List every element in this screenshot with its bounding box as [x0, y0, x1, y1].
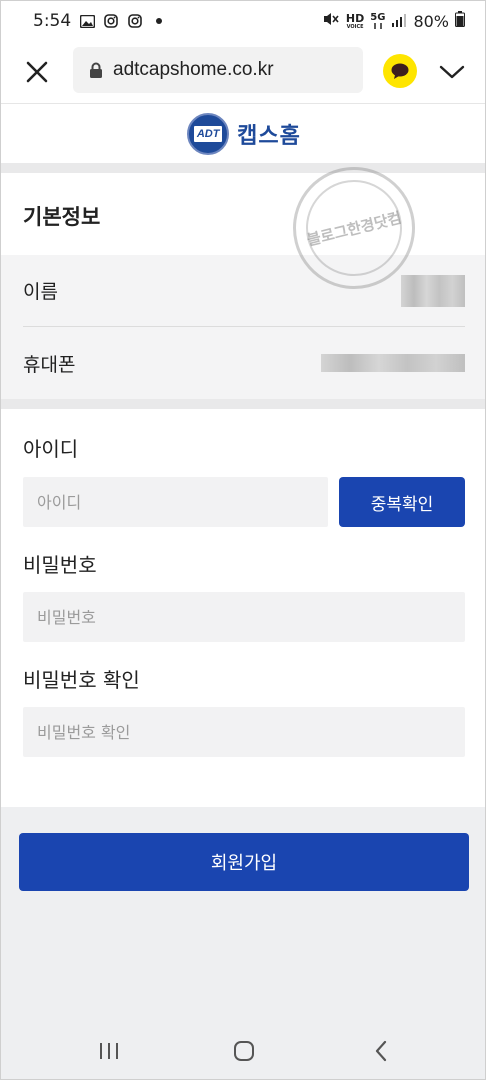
status-bar: 5:54 HD VOICE 5G 80%: [1, 1, 485, 41]
recent-apps-button[interactable]: [94, 1037, 124, 1065]
name-value-redacted: [401, 274, 465, 307]
phone-label: 휴대폰: [23, 353, 76, 376]
chat-bubble-icon: [391, 63, 409, 79]
volte-icon: HD VOICE: [346, 13, 364, 30]
browser-toolbar: adtcapshome.co.kr: [1, 41, 485, 103]
home-button[interactable]: [229, 1037, 259, 1065]
url-text: adtcapshome.co.kr: [113, 59, 274, 80]
kakaotalk-share-button[interactable]: [383, 54, 417, 88]
network-5g-icon: 5G: [370, 13, 385, 29]
site-header: ADT 캡스홈: [1, 103, 485, 163]
hd-label: HD: [345, 11, 365, 25]
password-input[interactable]: [23, 592, 465, 642]
adt-logo-badge[interactable]: ADT: [187, 112, 230, 155]
id-input[interactable]: [23, 477, 328, 527]
id-label: 아이디: [23, 437, 79, 461]
info-row-phone: 휴대폰: [23, 327, 465, 399]
recent-apps-icon: [100, 1043, 118, 1059]
duplicate-check-button[interactable]: 중복확인: [339, 477, 465, 527]
password-confirm-label: 비밀번호 확인: [23, 668, 140, 692]
clock: 5:54: [33, 11, 72, 31]
url-bar[interactable]: adtcapshome.co.kr: [73, 47, 363, 93]
password-confirm-input[interactable]: [23, 707, 465, 757]
notification-dot-icon: [151, 13, 167, 29]
battery-percent: 80%: [413, 11, 449, 31]
back-chevron-icon: [375, 1040, 387, 1062]
close-button[interactable]: [23, 58, 51, 86]
watermark-text: 블로그한경닷컴: [305, 208, 404, 249]
brand-name[interactable]: 캡스홈: [237, 118, 301, 150]
status-left: 5:54: [33, 11, 167, 31]
expand-menu-button[interactable]: [437, 58, 467, 86]
basic-info-title: 기본정보: [23, 205, 101, 229]
voice-label: VOICE: [346, 23, 364, 30]
signal-icon: [391, 12, 407, 31]
lock-icon: [90, 62, 102, 78]
home-icon: [234, 1041, 254, 1061]
back-button[interactable]: [366, 1037, 396, 1065]
mute-icon: [322, 11, 340, 31]
signup-form: 아이디 중복확인 비밀번호 비밀번호 확인: [1, 409, 485, 807]
close-icon: [26, 61, 48, 83]
action-area: 회원가입: [1, 807, 485, 1021]
5g-label: 5G: [370, 12, 386, 23]
signup-button[interactable]: 회원가입: [19, 833, 469, 891]
battery-icon: [455, 11, 465, 31]
instagram-icon: [103, 13, 119, 29]
watermark-stamp-inner: 블로그한경닷컴: [295, 169, 413, 287]
phone-screen: 5:54 HD VOICE 5G 80% adtcapshome.co.kr A…: [0, 0, 486, 1080]
password-label: 비밀번호: [23, 553, 97, 577]
gallery-icon: [79, 13, 95, 29]
section-divider: [1, 163, 485, 173]
basic-info-panel: 이름 휴대폰: [1, 255, 485, 399]
status-right: HD VOICE 5G 80%: [322, 11, 465, 31]
system-nav-bar: [1, 1021, 485, 1079]
section-divider: [1, 399, 485, 409]
adt-logo-text: ADT: [194, 125, 223, 142]
instagram-icon: [127, 13, 143, 29]
phone-value-redacted: [321, 354, 465, 372]
chevron-down-icon: [439, 65, 465, 79]
name-label: 이름: [23, 281, 58, 303]
